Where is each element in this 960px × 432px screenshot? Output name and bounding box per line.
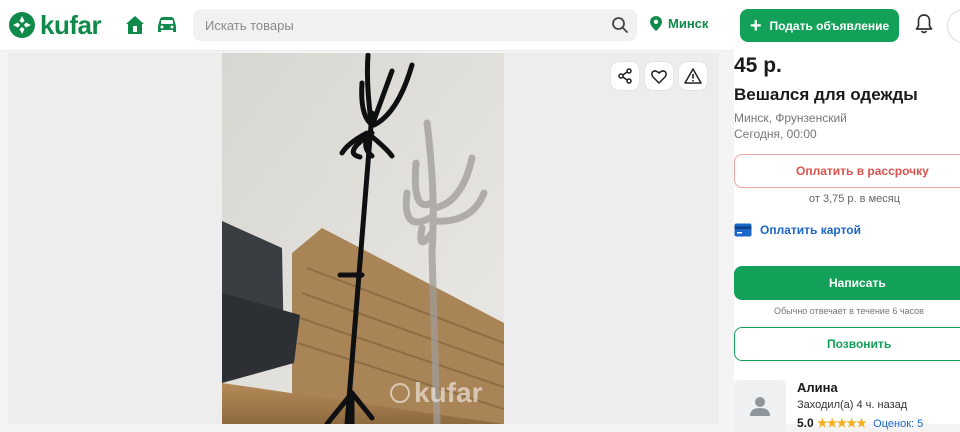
svg-text:kufar: kufar: [414, 377, 483, 408]
search-box: [193, 9, 637, 41]
reviews-link[interactable]: Оценок: 5: [873, 418, 923, 430]
search-input[interactable]: [193, 9, 605, 41]
listing-photo[interactable]: kufar: [222, 53, 504, 424]
listing-price: 45 р.: [734, 54, 782, 77]
person-icon: [750, 397, 770, 416]
coat-rack-photo-illustration: kufar: [222, 53, 504, 424]
warning-icon: [684, 68, 702, 84]
report-button[interactable]: [679, 62, 707, 90]
seller-avatar[interactable]: [734, 380, 786, 432]
listing-date: Сегодня, 00:00: [734, 127, 817, 141]
listing-sidebar: 45 р. Вешался для одежды Минск, Фрунзенс…: [734, 50, 960, 432]
plus-icon: +: [749, 14, 762, 37]
post-ad-label: Подать объявление: [769, 18, 890, 33]
listing-title: Вешался для одежды: [734, 85, 918, 104]
search-icon[interactable]: [611, 16, 629, 34]
pay-card-link[interactable]: Оплатить картой: [734, 223, 861, 237]
top-bar: kufar Минск + Подать объявление: [0, 0, 960, 51]
kufar-logo-icon: [9, 12, 35, 38]
location-selector[interactable]: Минск: [650, 16, 708, 31]
share-button[interactable]: [611, 62, 639, 90]
installment-note: от 3,75 р. в месяц: [809, 193, 901, 205]
kufar-logo[interactable]: kufar: [8, 9, 102, 41]
home-icon[interactable]: [124, 14, 146, 36]
seller-name[interactable]: Алина: [797, 380, 838, 395]
favorite-button[interactable]: [645, 62, 673, 90]
credit-card-icon: [734, 223, 752, 237]
seller-last-seen: Заходил(а) 4 ч. назад: [797, 399, 908, 411]
rating-value: 5.0: [797, 416, 814, 430]
write-button[interactable]: Написать: [734, 266, 960, 300]
reply-time-note: Обычно отвечает в течение 6 часов: [774, 306, 924, 316]
bell-icon[interactable]: [914, 13, 934, 35]
rating-stars-icon: ★★★★★: [817, 416, 867, 430]
logo-text: kufar: [40, 9, 102, 40]
user-avatar[interactable]: [947, 9, 960, 43]
pay-card-label: Оплатить картой: [760, 223, 861, 237]
listing-location: Минск, Фрунзенский: [734, 111, 847, 125]
photo-gallery: kufar: [8, 53, 719, 424]
location-pin-icon: [650, 16, 662, 31]
installment-button[interactable]: Оплатить в рассрочку: [734, 154, 960, 188]
post-ad-button[interactable]: + Подать объявление: [740, 9, 899, 42]
heart-icon: [651, 69, 667, 84]
call-button[interactable]: Позвонить: [734, 327, 960, 361]
seller-rating: 5.0 ★★★★★ Оценок: 5: [797, 416, 923, 430]
car-icon[interactable]: [155, 14, 179, 36]
share-icon: [618, 68, 632, 84]
location-label: Минск: [668, 16, 709, 31]
